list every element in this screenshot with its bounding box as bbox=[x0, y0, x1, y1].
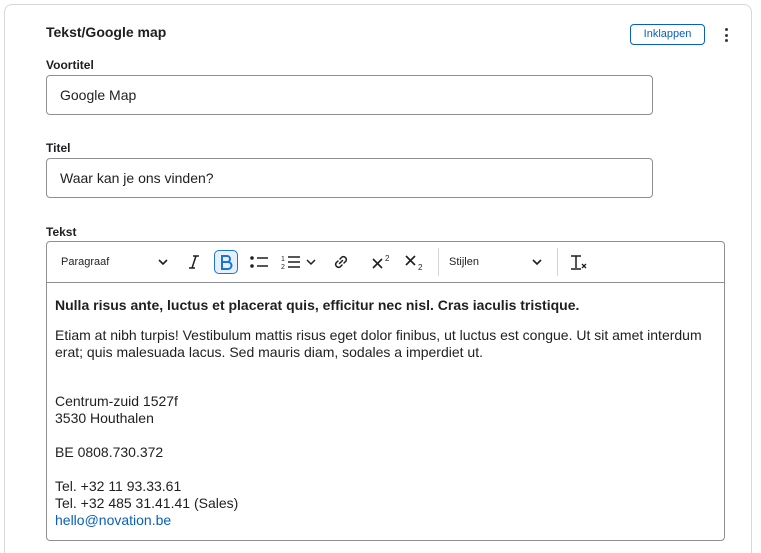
sales-phone-number: Tel. +32 485 31.41.41 (Sales) bbox=[55, 495, 239, 511]
phone-number: Tel. +32 11 93.33.61 bbox=[55, 478, 182, 494]
paragraph-select[interactable]: Paragraaf bbox=[61, 250, 169, 274]
remove-format-icon[interactable] bbox=[569, 250, 589, 274]
panel-title: Tekst/Google map bbox=[46, 24, 167, 40]
numbered-list-icon[interactable]: 1 2 bbox=[280, 250, 320, 274]
italic-icon[interactable] bbox=[185, 250, 203, 274]
chevron-down-icon bbox=[532, 259, 542, 266]
styles-select[interactable]: Stijlen bbox=[449, 250, 543, 274]
kebab-vertical-icon[interactable] bbox=[720, 26, 732, 44]
titel-label: Titel bbox=[46, 141, 71, 155]
lead-paragraph: Nulla risus ante, luctus et placerat qui… bbox=[55, 297, 580, 313]
svg-text:2: 2 bbox=[281, 264, 285, 271]
chevron-down-icon bbox=[158, 259, 168, 266]
address-city: 3530 Houthalen bbox=[55, 410, 154, 426]
paragraph-select-label: Paragraaf bbox=[61, 256, 110, 268]
toolbar-separator bbox=[438, 248, 439, 276]
tekst-label: Tekst bbox=[46, 225, 77, 239]
bulleted-list-icon[interactable] bbox=[249, 250, 271, 274]
email-link[interactable]: hello@novation.be bbox=[55, 512, 171, 528]
collapse-button[interactable]: Inklappen bbox=[630, 24, 705, 45]
body-paragraph: Etiam at nibh turpis! Vestibulum mattis … bbox=[55, 327, 702, 360]
rich-text-editor: Paragraaf 1 2 2 2 Stijlen Nulla risus an… bbox=[46, 241, 725, 541]
voortitel-input[interactable] bbox=[46, 75, 653, 115]
link-icon[interactable] bbox=[332, 250, 352, 274]
svg-text:2: 2 bbox=[418, 263, 423, 271]
editor-toolbar: Paragraaf 1 2 2 2 Stijlen bbox=[47, 242, 724, 283]
svg-text:2: 2 bbox=[385, 254, 390, 263]
voortitel-label: Voortitel bbox=[46, 58, 94, 72]
editor-content[interactable]: Nulla risus ante, luctus et placerat qui… bbox=[47, 283, 724, 529]
vat-number: BE 0808.730.372 bbox=[55, 444, 164, 460]
address-street: Centrum-zuid 1527f bbox=[55, 393, 178, 409]
superscript-icon[interactable]: 2 bbox=[371, 250, 395, 274]
titel-input[interactable] bbox=[46, 158, 653, 198]
subscript-icon[interactable]: 2 bbox=[404, 250, 428, 274]
toolbar-separator bbox=[557, 248, 558, 276]
styles-select-label: Stijlen bbox=[449, 256, 479, 268]
svg-text:1: 1 bbox=[281, 256, 285, 263]
bold-icon[interactable] bbox=[214, 250, 238, 274]
